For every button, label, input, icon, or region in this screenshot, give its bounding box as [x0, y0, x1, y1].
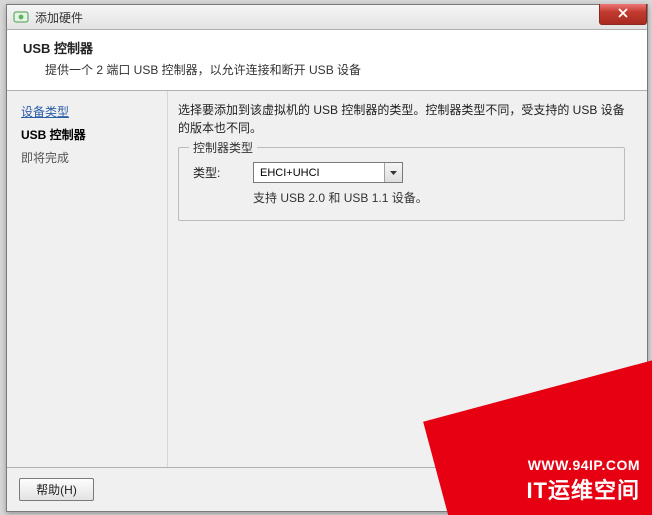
controller-type-fieldset: 控制器类型 类型: EHCI+UHCI 支持 USB 2.0 和 USB 1.1… [178, 147, 625, 221]
header-subtitle: 提供一个 2 端口 USB 控制器，以允许连接和断开 USB 设备 [45, 61, 631, 78]
add-hardware-dialog: 添加硬件 USB 控制器 提供一个 2 端口 USB 控制器，以允许连接和断开 … [6, 4, 648, 512]
wizard-sidebar: 设备类型 USB 控制器 即将完成 [7, 91, 167, 467]
dialog-footer: 帮助(H) < 上一步 [7, 468, 647, 511]
back-button[interactable]: < 上一步 [560, 478, 635, 501]
content-description: 选择要添加到该虚拟机的 USB 控制器的类型。控制器类型不同，受支持的 USB … [178, 101, 625, 137]
controller-type-select[interactable]: EHCI+UHCI [253, 162, 403, 183]
controller-type-value: EHCI+UHCI [260, 167, 320, 179]
titlebar: 添加硬件 [7, 5, 647, 30]
dialog-body: 设备类型 USB 控制器 即将完成 选择要添加到该虚拟机的 USB 控制器的类型… [7, 91, 647, 468]
type-hint: 支持 USB 2.0 和 USB 1.1 设备。 [253, 189, 610, 206]
close-button[interactable] [599, 4, 647, 25]
fieldset-legend: 控制器类型 [189, 139, 257, 156]
header-pane: USB 控制器 提供一个 2 端口 USB 控制器，以允许连接和断开 USB 设… [7, 30, 647, 91]
close-icon [618, 7, 628, 21]
header-title: USB 控制器 [23, 38, 631, 57]
help-button[interactable]: 帮助(H) [19, 478, 94, 501]
window-title: 添加硬件 [35, 9, 83, 26]
type-label: 类型: [193, 164, 253, 181]
chevron-down-icon [384, 163, 402, 182]
back-button-label: < 上一步 [574, 481, 620, 498]
app-icon [13, 9, 29, 25]
content-pane: 选择要添加到该虚拟机的 USB 控制器的类型。控制器类型不同，受支持的 USB … [167, 91, 647, 467]
help-button-label: 帮助(H) [36, 481, 77, 498]
sidebar-item-device-type[interactable]: 设备类型 [21, 103, 161, 120]
sidebar-item-usb-controller: USB 控制器 [21, 126, 161, 143]
sidebar-item-ready-to-complete: 即将完成 [21, 149, 161, 166]
